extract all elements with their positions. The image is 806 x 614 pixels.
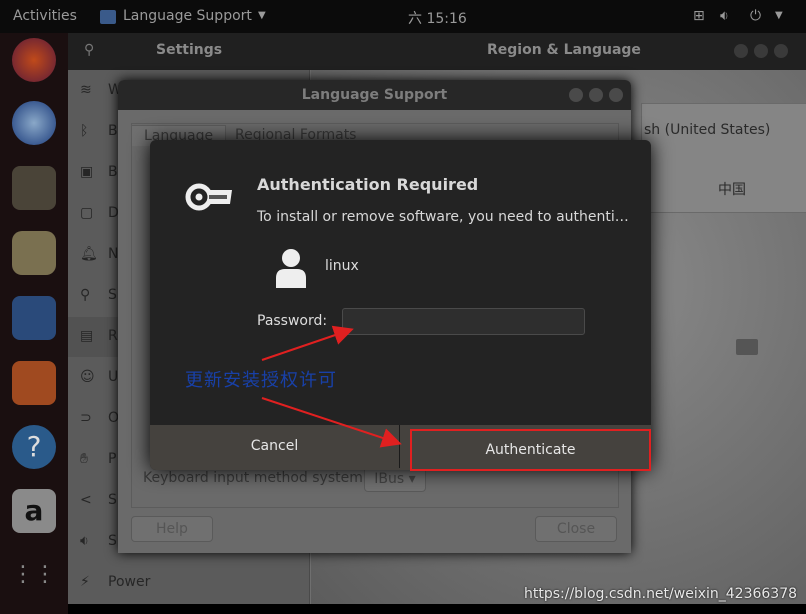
annotation-text: 更新安装授权许可 [185,370,337,391]
arrow-to-password [261,325,354,361]
watermark: https://blog.csdn.net/weixin_42366378 [524,586,798,602]
arrow-to-authenticate [261,397,402,448]
annotation-arrows [261,325,402,448]
